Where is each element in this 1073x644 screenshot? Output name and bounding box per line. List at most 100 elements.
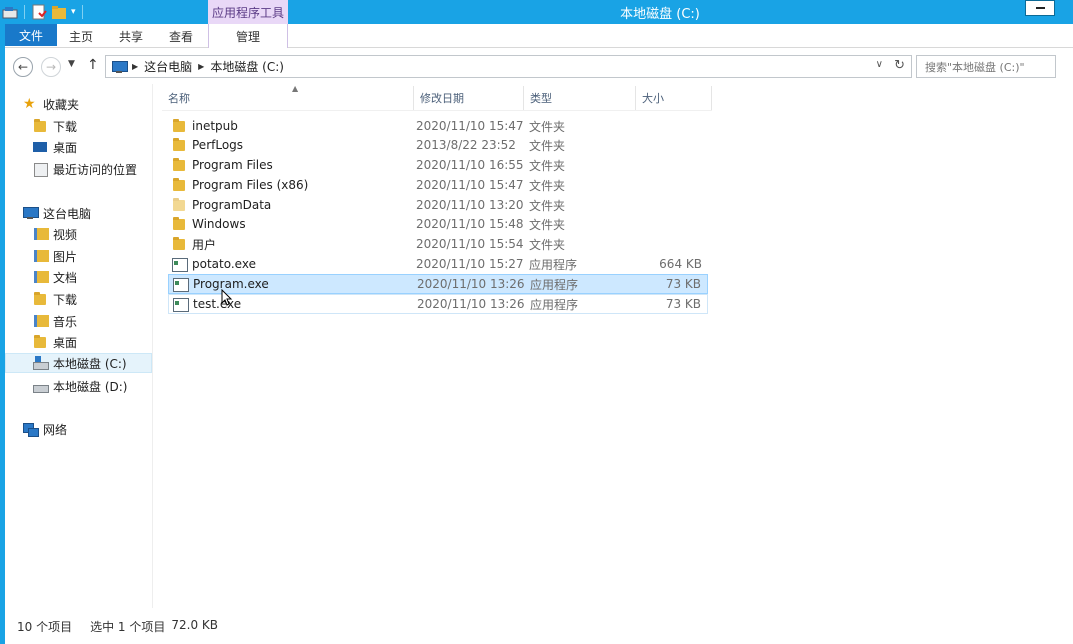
selected-count: 选中 1 个项目 <box>90 619 166 634</box>
nav-item-label: 下载 <box>53 119 78 134</box>
file-date: 2020/11/10 15:47 <box>416 119 524 133</box>
address-dropdown-icon[interactable]: ∨ <box>876 59 883 70</box>
nav-favorites-label: 收藏夹 <box>43 97 80 112</box>
file-date: 2013/8/22 23:52 <box>416 138 516 152</box>
folder-icon <box>172 178 186 192</box>
this-pc-icon <box>112 60 128 74</box>
breadcrumb-this-pc[interactable]: 这台电脑 <box>144 58 192 75</box>
breadcrumb-local-disk-c[interactable]: 本地磁盘 (C:) <box>210 58 284 75</box>
nav-videos[interactable]: 视频 <box>33 224 77 244</box>
explorer-app-icon[interactable] <box>2 4 18 20</box>
nav-favorites-downloads[interactable]: 下载 <box>33 116 77 136</box>
star-icon: ★ <box>23 96 36 112</box>
nav-local-disk-c[interactable]: 本地磁盘 (C:) <box>5 353 152 373</box>
tab-home[interactable]: 主页 <box>60 24 102 48</box>
desktop-icon <box>33 140 47 154</box>
refresh-icon[interactable]: ↻ <box>894 58 905 73</box>
file-row[interactable]: ProgramData 2020/11/10 13:20 文件夹 <box>168 195 708 215</box>
file-type: 文件夹 <box>529 138 566 153</box>
file-date: 2020/11/10 13:20 <box>416 198 524 212</box>
column-header-size[interactable]: 大小 <box>636 86 712 110</box>
up-button[interactable]: ↑ <box>87 57 99 73</box>
file-name-cell: inetpub <box>172 119 238 133</box>
nav-item-label: 视频 <box>53 227 78 242</box>
nav-this-pc[interactable]: 这台电脑 <box>23 203 91 223</box>
status-bar: 10 个项目 选中 1 个项目 72.0 KB <box>5 608 1073 644</box>
nav-item-label: 文档 <box>53 270 78 285</box>
file-type: 应用程序 <box>529 257 578 272</box>
file-name: Windows <box>192 217 246 231</box>
file-size: 664 KB <box>659 257 702 271</box>
file-row[interactable]: potato.exe 2020/11/10 15:27 应用程序 664 KB <box>168 254 708 274</box>
breadcrumb-chevron-icon[interactable]: ▶ <box>198 62 204 71</box>
customize-toolbar-icon[interactable]: ▾ <box>71 7 76 17</box>
column-header-type[interactable]: 类型 <box>524 86 636 110</box>
address-bar[interactable]: ▶ 这台电脑 ▶ 本地磁盘 (C:) ∨ ↻ <box>105 55 912 78</box>
videos-folder-icon <box>33 227 49 241</box>
file-name: PerfLogs <box>192 138 244 152</box>
exe-icon <box>172 257 188 272</box>
file-name: 用户 <box>192 237 217 252</box>
header-divider <box>162 110 712 111</box>
recent-locations-dropdown-icon[interactable]: ▼ <box>68 59 75 69</box>
nav-this-pc-label: 这台电脑 <box>43 206 92 221</box>
nav-favorites[interactable]: ★ 收藏夹 <box>23 94 79 114</box>
nav-documents[interactable]: 文档 <box>33 267 77 287</box>
file-list: 名称 ▲ 修改日期 类型 大小 inetpub 2020/11/10 15:47… <box>154 84 1073 608</box>
file-row-selected[interactable]: Program.exe 2020/11/10 13:26 应用程序 73 KB <box>168 274 708 294</box>
nav-downloads[interactable]: 下载 <box>33 289 77 309</box>
tab-manage[interactable]: 管理 <box>208 24 288 48</box>
file-type: 文件夹 <box>529 198 566 213</box>
nav-favorites-recent[interactable]: 最近访问的位置 <box>33 159 137 179</box>
nav-item-label: 下载 <box>53 292 78 307</box>
selected-size: 72.0 KB <box>171 617 218 632</box>
forward-arrow-icon: → <box>45 60 57 74</box>
minimize-icon <box>1035 7 1045 9</box>
file-name: inetpub <box>192 119 238 133</box>
folder-icon <box>172 217 186 231</box>
new-folder-icon[interactable] <box>51 4 67 20</box>
file-row[interactable]: 用户 2020/11/10 15:54 文件夹 <box>168 234 708 254</box>
folder-icon <box>172 119 186 133</box>
nav-network-label: 网络 <box>43 422 68 437</box>
column-header-date[interactable]: 修改日期 <box>414 86 524 110</box>
back-button[interactable]: ← <box>13 57 33 77</box>
minimize-button[interactable] <box>1025 0 1055 16</box>
properties-icon[interactable] <box>31 4 47 20</box>
exe-icon <box>173 297 189 312</box>
tab-file[interactable]: 文件 <box>5 24 57 46</box>
file-row[interactable]: Windows 2020/11/10 15:48 文件夹 <box>168 214 708 234</box>
file-type: 应用程序 <box>530 277 579 292</box>
file-name-cell: Windows <box>172 217 246 231</box>
file-name: Program Files <box>192 158 273 172</box>
nav-favorites-desktop[interactable]: 桌面 <box>33 137 77 157</box>
file-name: test.exe <box>193 297 242 311</box>
file-row[interactable]: inetpub 2020/11/10 15:47 文件夹 <box>168 116 708 136</box>
file-name-cell: PerfLogs <box>172 138 243 152</box>
tab-share[interactable]: 共享 <box>110 24 152 48</box>
nav-desktop[interactable]: 桌面 <box>33 332 77 352</box>
search-input[interactable]: 搜索"本地磁盘 (C:)" <box>916 55 1056 78</box>
nav-local-disk-d[interactable]: 本地磁盘 (D:) <box>33 376 127 396</box>
file-type: 文件夹 <box>529 178 566 193</box>
file-date: 2020/11/10 13:26 <box>417 277 525 291</box>
nav-item-label: 桌面 <box>53 140 78 155</box>
nav-music[interactable]: 音乐 <box>33 311 77 331</box>
navigation-pane: ★ 收藏夹 下载 桌面 最近访问的位置 这台电脑 视频 图片 文档 下载 音乐 … <box>5 84 153 608</box>
tab-view[interactable]: 查看 <box>160 24 202 48</box>
breadcrumb-chevron-icon[interactable]: ▶ <box>132 62 138 71</box>
pictures-folder-icon <box>33 249 49 263</box>
nav-pictures[interactable]: 图片 <box>33 246 77 266</box>
file-date: 2020/11/10 15:48 <box>416 217 524 231</box>
folder-icon <box>172 237 186 251</box>
nav-network[interactable]: 网络 <box>23 419 67 439</box>
column-header-name[interactable]: 名称 ▲ <box>162 84 414 110</box>
window-title: 本地磁盘 (C:) <box>620 6 700 22</box>
file-row[interactable]: PerfLogs 2013/8/22 23:52 文件夹 <box>168 135 708 155</box>
desktop-folder-icon <box>33 335 47 349</box>
forward-button[interactable]: → <box>41 57 61 77</box>
music-folder-icon <box>33 314 49 328</box>
file-row[interactable]: Program Files (x86) 2020/11/10 15:47 文件夹 <box>168 175 708 195</box>
file-row[interactable]: Program Files 2020/11/10 16:55 文件夹 <box>168 155 708 175</box>
file-row[interactable]: test.exe 2020/11/10 13:26 应用程序 73 KB <box>168 294 708 314</box>
